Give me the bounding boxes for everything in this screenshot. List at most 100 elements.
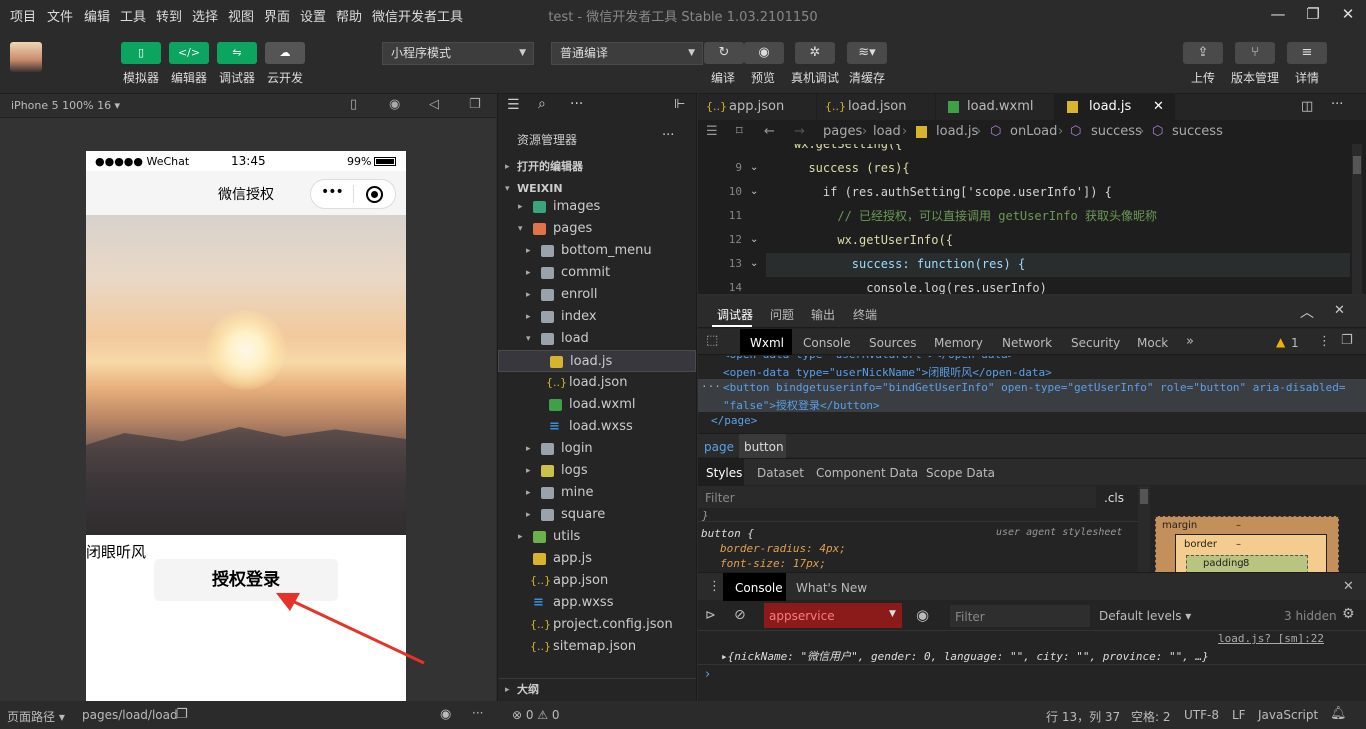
tree-item-mine[interactable]: ▸ mine bbox=[498, 482, 696, 504]
tree-item-load[interactable]: ▾ load bbox=[498, 328, 696, 350]
files-icon[interactable]: ☰ bbox=[507, 97, 520, 113]
compile-select[interactable]: 普通编译 ▼ bbox=[551, 42, 703, 65]
more-icon[interactable]: ··· bbox=[701, 380, 721, 393]
crumb-page[interactable]: page bbox=[704, 440, 734, 454]
tab-memory[interactable]: Memory bbox=[934, 336, 983, 350]
tree-item-load-json[interactable]: {..} load.json bbox=[498, 372, 696, 394]
tree-item-load-wxml[interactable]: load.wxml bbox=[498, 394, 696, 416]
tab-terminal[interactable]: 终端 bbox=[853, 306, 877, 323]
tab-output[interactable]: 输出 bbox=[811, 306, 835, 323]
style-prop[interactable]: border-radius: 4px; bbox=[720, 542, 846, 555]
tab-scope-data[interactable]: Scope Data bbox=[926, 466, 995, 480]
inspect-icon[interactable]: ⬚ bbox=[706, 333, 718, 348]
log-entry[interactable]: ▸{nickName: "微信用户", gender: 0, language:… bbox=[721, 648, 1209, 664]
tree-item-commit[interactable]: ▸ commit bbox=[498, 262, 696, 284]
tab-console-drawer[interactable]: Console bbox=[735, 581, 783, 595]
line-ending[interactable]: LF bbox=[1232, 708, 1246, 722]
open-editors-section[interactable]: ▸ 打开的编辑器 bbox=[498, 156, 696, 178]
chevron-up-icon[interactable]: ︿ bbox=[1300, 302, 1314, 322]
encoding[interactable]: UTF-8 bbox=[1184, 708, 1219, 722]
outline-section[interactable]: ▸ 大纲 bbox=[498, 678, 696, 700]
wxml-node[interactable]: </page> bbox=[711, 414, 757, 427]
capsule-menu[interactable]: ••• bbox=[310, 179, 396, 209]
tree-item-utils[interactable]: ▸ utils bbox=[498, 526, 696, 548]
tab-styles[interactable]: Styles bbox=[706, 466, 742, 480]
styles-scrollbar[interactable] bbox=[1138, 486, 1150, 572]
home-icon[interactable]: ◉ bbox=[389, 97, 400, 112]
details-button[interactable]: 详情 bbox=[1282, 69, 1332, 86]
crumb-button[interactable]: button bbox=[744, 440, 784, 454]
tree-item-load-js[interactable]: load.js bbox=[498, 350, 696, 372]
tree-item-load-wxss[interactable]: ≡ load.wxss bbox=[498, 416, 696, 438]
wxml-node[interactable]: <open-data type="userNickName">闭眼听风</ope… bbox=[723, 364, 1052, 380]
layers-icon[interactable]: ≋▾ bbox=[847, 42, 887, 64]
scrollbar[interactable] bbox=[1352, 144, 1362, 294]
tab-load-wxml[interactable]: load.wxml bbox=[936, 94, 1055, 120]
indent-setting[interactable]: 空格: 2 bbox=[1131, 708, 1171, 725]
log-source-link[interactable]: load.js? [sm]:22 bbox=[1218, 632, 1324, 645]
list-icon[interactable]: ☰ bbox=[706, 120, 718, 144]
more-icon[interactable]: ··· bbox=[662, 128, 674, 143]
tab-security[interactable]: Security bbox=[1071, 336, 1120, 350]
bug-icon[interactable]: ✲ bbox=[795, 42, 835, 64]
close-capsule-icon[interactable] bbox=[366, 186, 383, 203]
forward-icon[interactable]: → bbox=[794, 120, 805, 144]
close-tab-icon[interactable]: ✕ bbox=[1153, 94, 1164, 120]
crumb-load[interactable]: load bbox=[873, 120, 901, 144]
eye-icon[interactable]: ◉ bbox=[916, 606, 929, 624]
problems-count[interactable]: ⊗ 0 ⚠ 0 bbox=[512, 708, 560, 722]
bookmark-icon[interactable]: ⌑ bbox=[736, 120, 743, 144]
tree-item-sitemap[interactable]: {..} sitemap.json bbox=[498, 636, 696, 658]
popout-icon[interactable]: ❐ bbox=[469, 97, 481, 112]
console-prompt[interactable]: › bbox=[705, 667, 710, 682]
back-icon[interactable]: ← bbox=[764, 120, 775, 144]
tree-item-square[interactable]: ▸ square bbox=[498, 504, 696, 526]
volume-icon[interactable]: ◁ bbox=[429, 97, 439, 112]
tab-console[interactable]: Console bbox=[803, 336, 851, 350]
clear-console-icon[interactable]: ⊘ bbox=[734, 607, 746, 623]
tab-problems[interactable]: 问题 bbox=[770, 306, 794, 323]
search-icon[interactable]: ⌕ bbox=[538, 96, 546, 112]
tree-item-index[interactable]: ▸ index bbox=[498, 306, 696, 328]
upload-icon[interactable]: ⇪ bbox=[1183, 42, 1223, 64]
phone-icon[interactable]: ▯ bbox=[350, 97, 357, 112]
refresh-icon[interactable]: ↻ bbox=[704, 42, 744, 64]
simulator-button[interactable]: 模拟器 bbox=[116, 69, 166, 86]
preview-button[interactable]: 预览 bbox=[738, 69, 788, 86]
tab-load-json[interactable]: {..} load.json bbox=[817, 94, 936, 120]
code-icon[interactable]: </> bbox=[169, 42, 209, 64]
clear-cache-button[interactable]: 清缓存 bbox=[842, 69, 892, 86]
branch-icon[interactable]: ⑂ bbox=[1235, 42, 1275, 64]
split-editor-icon[interactable]: ◫ bbox=[1301, 99, 1313, 114]
context-select[interactable]: appservice ▼ bbox=[764, 603, 902, 628]
tree-item-images[interactable]: ▸ images bbox=[498, 196, 696, 218]
cls-toggle[interactable]: .cls bbox=[1104, 491, 1124, 505]
minimize-icon[interactable]: — bbox=[1268, 4, 1288, 24]
more-icon[interactable]: ••• bbox=[321, 184, 344, 200]
tree-item-app-js[interactable]: app.js bbox=[498, 548, 696, 570]
code-area[interactable]: wx.getSetting({ 9 ⌄ success (res){ 10 ⌄ if… bbox=[698, 144, 1366, 294]
mode-select[interactable]: 小程序模式 ▼ bbox=[382, 42, 534, 65]
close-icon[interactable]: ✕ bbox=[1338, 4, 1358, 24]
tree-item-app-json[interactable]: {..} app.json bbox=[498, 570, 696, 592]
warning-count[interactable]: 1 bbox=[1291, 336, 1299, 350]
cursor-position[interactable]: 行 13，列 37 bbox=[1046, 708, 1120, 725]
wxml-node-selected-cont[interactable]: "false">授权登录</button> bbox=[723, 397, 880, 413]
tree-item-bottom-menu[interactable]: ▸ bottom_menu bbox=[498, 240, 696, 262]
tab-debugger[interactable]: 调试器 bbox=[717, 306, 753, 323]
tree-item-enroll[interactable]: ▸ enroll bbox=[498, 284, 696, 306]
dock-icon[interactable]: ❐ bbox=[1341, 333, 1353, 348]
close-drawer-icon[interactable]: ✕ bbox=[1343, 579, 1354, 594]
tab-wxml[interactable]: Wxml bbox=[750, 336, 784, 350]
close-icon[interactable]: ✕ bbox=[1334, 303, 1345, 318]
more-icon[interactable]: ··· bbox=[1331, 97, 1343, 112]
remote-debug-button[interactable]: 真机调试 bbox=[786, 69, 844, 86]
version-button[interactable]: 版本管理 bbox=[1226, 69, 1284, 86]
language-mode[interactable]: JavaScript bbox=[1258, 708, 1318, 722]
more-icon[interactable]: ··· bbox=[570, 96, 583, 112]
kebab-icon[interactable]: ⋮ bbox=[708, 579, 721, 594]
tab-app-json[interactable]: {..} app.json bbox=[698, 94, 817, 120]
styles-filter[interactable]: Filter bbox=[698, 486, 1096, 508]
bell-icon[interactable]: 🔔︎ bbox=[1330, 706, 1347, 721]
eye-icon[interactable]: ◉ bbox=[440, 707, 451, 722]
